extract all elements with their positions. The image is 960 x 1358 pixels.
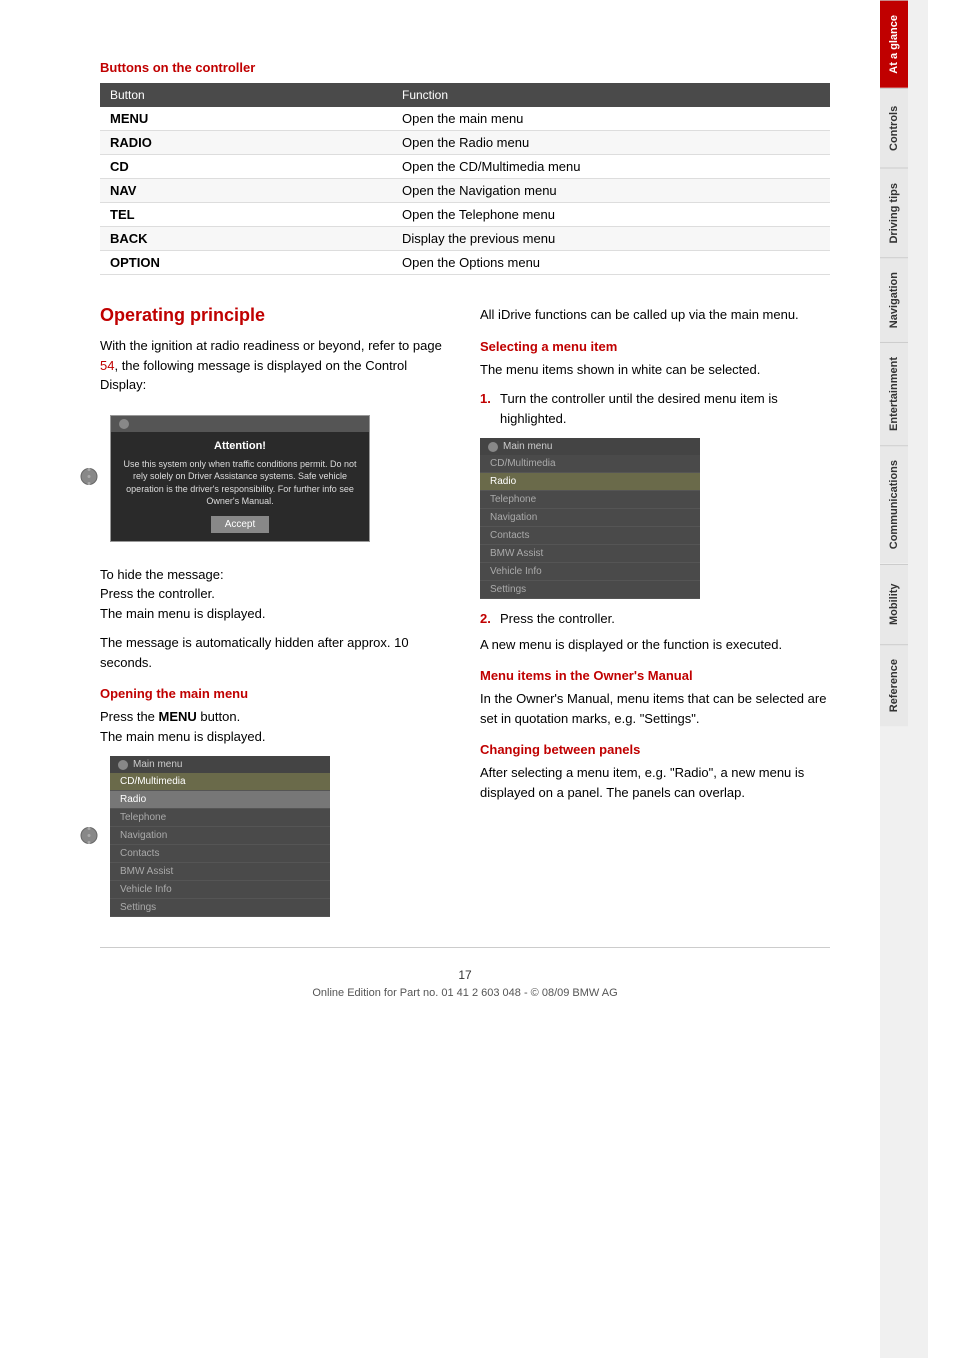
function-cell: Open the Telephone menu [392,203,830,227]
menu-screen-left: Main menu CD/MultimediaRadioTelephoneNav… [110,756,330,917]
sidebar-item-communications[interactable]: Communications [880,445,908,563]
attention-dialog-screen: Attention! Use this system only when tra… [110,415,370,542]
menu-item: Settings [480,581,700,599]
sidebar-tabs-container: At a glanceControlsDriving tipsNavigatio… [880,0,928,726]
sidebar-item-reference[interactable]: Reference [880,644,908,726]
table-row: TELOpen the Telephone menu [100,203,830,227]
menu-items-right: CD/MultimediaRadioTelephoneNavigationCon… [480,455,700,599]
opening-main-menu-heading: Opening the main menu [100,686,450,701]
sidebar-item-mobility[interactable]: Mobility [880,564,908,644]
changing-panels-body: After selecting a menu item, e.g. "Radio… [480,763,830,802]
menu-icon-right [488,442,498,452]
menu-item: Radio [110,791,330,809]
page-ref-link[interactable]: 54 [100,358,114,373]
right-column: All iDrive functions can be called up vi… [480,305,830,927]
function-cell: Open the CD/Multimedia menu [392,155,830,179]
page-footer: 17 Online Edition for Part no. 01 41 2 6… [100,947,830,1019]
page-number: 17 [100,968,830,982]
menu-item: Settings [110,899,330,917]
selecting-body: The menu items shown in white can be sel… [480,360,830,380]
step-2: 2. Press the controller. [480,609,830,629]
screen-icon [119,419,129,429]
auto-hidden-text: The message is automatically hidden afte… [100,633,450,672]
menu-screen-right: Main menu CD/MultimediaRadioTelephoneNav… [480,438,700,599]
menu-item: Radio [480,473,700,491]
function-cell: Open the Navigation menu [392,179,830,203]
menu-item: Navigation [480,509,700,527]
sidebar-item-driving-tips[interactable]: Driving tips [880,168,908,258]
function-cell: Open the Options menu [392,251,830,275]
menu-item: BMW Assist [110,863,330,881]
menu-item: CD/Multimedia [480,455,700,473]
controller-knob-left [80,447,98,510]
press-menu-text: Press the MENU button. The main menu is … [100,707,450,746]
button-cell: OPTION [100,251,392,275]
attention-screen-wrapper: Attention! Use this system only when tra… [100,405,450,555]
button-cell: RADIO [100,131,392,155]
menu-item: Telephone [480,491,700,509]
sidebar-item-at-a-glance[interactable]: At a glance [880,0,908,88]
col-header-function: Function [392,83,830,107]
two-col-layout: Operating principle With the ignition at… [100,305,830,927]
attention-title: Attention! [119,440,361,452]
menu-item: BMW Assist [480,545,700,563]
attention-body: Use this system only when traffic condit… [119,458,361,508]
button-cell: NAV [100,179,392,203]
controller-knob-left2 [80,805,98,868]
buttons-section-heading: Buttons on the controller [100,60,830,75]
buttons-section: Buttons on the controller Button Functio… [100,60,830,275]
menu-item: Vehicle Info [480,563,700,581]
sidebar-tabs: At a glanceControlsDriving tipsNavigatio… [880,0,928,1358]
menu-icon-left [118,760,128,770]
sidebar-item-controls[interactable]: Controls [880,88,908,168]
to-hide-text: To hide the message: Press the controlle… [100,565,450,624]
step-1: 1. Turn the controller until the desired… [480,389,830,428]
menu-items-left: CD/MultimediaRadioTelephoneNavigationCon… [110,773,330,917]
button-cell: CD [100,155,392,179]
all-idrive-text: All iDrive functions can be called up vi… [480,305,830,325]
footer-text: Online Edition for Part no. 01 41 2 603 … [100,987,830,999]
menu-item: Contacts [110,845,330,863]
menu-item: CD/Multimedia [110,773,330,791]
screen-title-bar [111,416,369,432]
menu-screen-title-right: Main menu [480,438,700,455]
main-menu-screen-wrapper-right: Main menu CD/MultimediaRadioTelephoneNav… [480,438,830,599]
menu-item: Contacts [480,527,700,545]
operating-principle-title: Operating principle [100,305,450,326]
sidebar-item-navigation[interactable]: Navigation [880,257,908,342]
button-cell: BACK [100,227,392,251]
attention-dialog: Attention! Use this system only when tra… [111,432,369,541]
menu-items-owners-body: In the Owner's Manual, menu items that c… [480,689,830,728]
main-menu-screen-wrapper-left: Main menu CD/MultimediaRadioTelephoneNav… [100,756,450,917]
col-header-button: Button [100,83,392,107]
left-column: Operating principle With the ignition at… [100,305,450,927]
table-row: CDOpen the CD/Multimedia menu [100,155,830,179]
buttons-table: Button Function MENUOpen the main menuRA… [100,83,830,275]
table-row: NAVOpen the Navigation menu [100,179,830,203]
selecting-heading: Selecting a menu item [480,339,830,354]
table-row: MENUOpen the main menu [100,107,830,131]
button-cell: MENU [100,107,392,131]
menu-item: Navigation [110,827,330,845]
main-content: Buttons on the controller Button Functio… [0,0,880,1358]
function-cell: Display the previous menu [392,227,830,251]
table-row: OPTIONOpen the Options menu [100,251,830,275]
accept-button[interactable]: Accept [211,516,270,533]
page-container: Buttons on the controller Button Functio… [0,0,960,1358]
menu-screen-title-left: Main menu [110,756,330,773]
button-cell: TEL [100,203,392,227]
menu-item: Telephone [110,809,330,827]
function-cell: Open the main menu [392,107,830,131]
sidebar-item-entertainment[interactable]: Entertainment [880,342,908,445]
menu-item: Vehicle Info [110,881,330,899]
function-cell: Open the Radio menu [392,131,830,155]
changing-panels-heading: Changing between panels [480,742,830,757]
operating-principle-intro: With the ignition at radio readiness or … [100,336,450,395]
table-row: BACKDisplay the previous menu [100,227,830,251]
new-menu-displayed: A new menu is displayed or the function … [480,635,830,655]
menu-items-owners-heading: Menu items in the Owner's Manual [480,668,830,683]
table-row: RADIOOpen the Radio menu [100,131,830,155]
